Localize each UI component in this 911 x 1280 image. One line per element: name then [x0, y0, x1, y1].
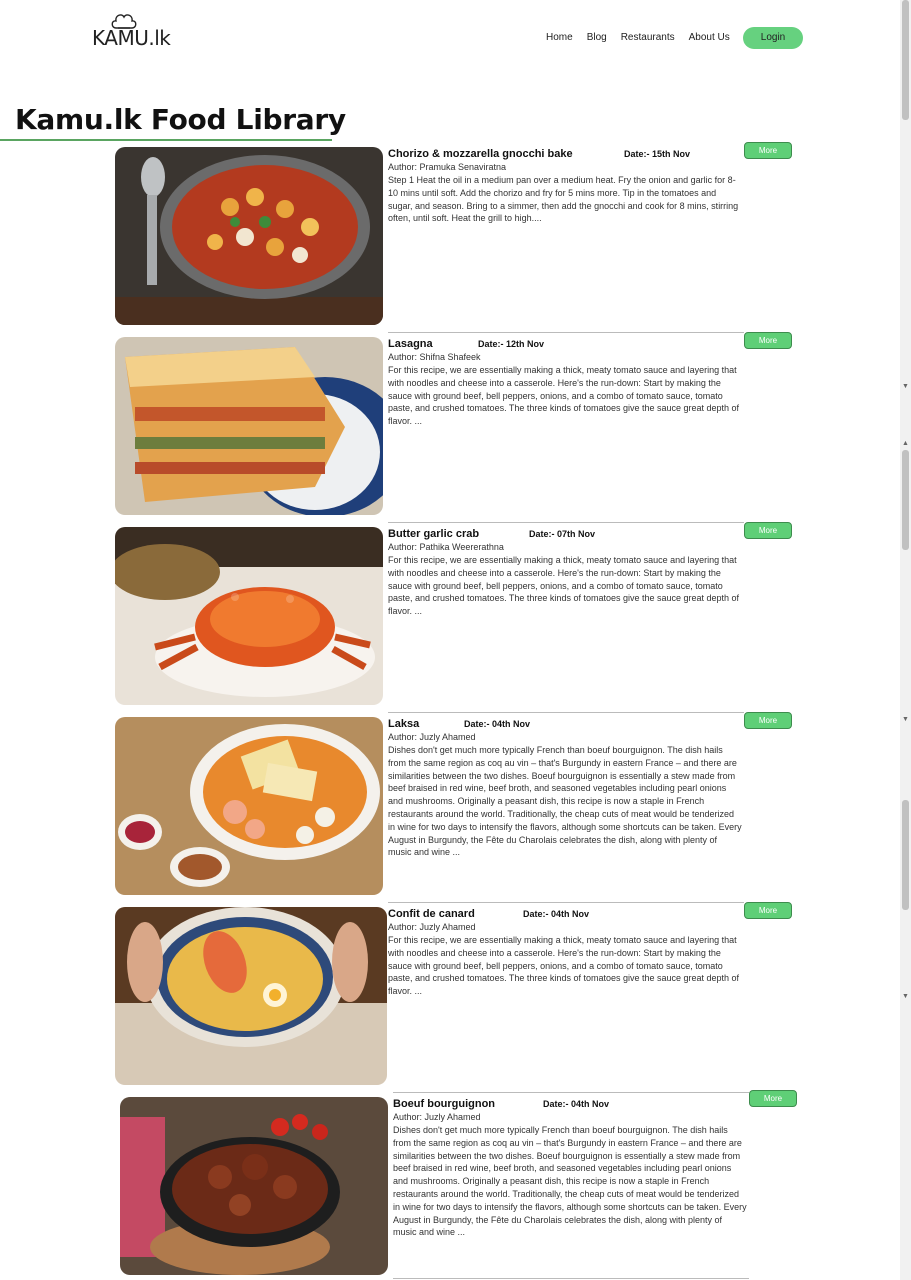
divider	[388, 902, 744, 903]
logo-text: KAMU.lk	[92, 26, 171, 50]
scroll-down-arrow-icon[interactable]: ▼	[902, 716, 909, 723]
recipe-author: Author: Pathika Weererathna	[388, 542, 504, 552]
recipe-author: Author: Juzly Ahamed	[388, 922, 476, 932]
recipe-title[interactable]: Butter garlic crab	[388, 528, 479, 540]
recipe-image-confit[interactable]	[115, 907, 387, 1085]
title-underline	[0, 139, 332, 141]
divider	[393, 1092, 749, 1093]
recipe-date: Date:- 04th Nov	[543, 1099, 610, 1109]
recipe-description: For this recipe, we are essentially maki…	[388, 555, 740, 617]
recipe-image-crab[interactable]	[115, 527, 383, 705]
more-button[interactable]: More	[744, 142, 792, 159]
recipe-title[interactable]: Lasagna	[388, 338, 433, 350]
recipe-date: Date:- 12th Nov	[478, 339, 545, 349]
recipe-image-gnocchi[interactable]	[115, 147, 383, 325]
recipe-image-lasagna[interactable]	[115, 337, 383, 515]
scrollbar[interactable]: ▼ ▲ ▼ ▼	[900, 0, 911, 1280]
scrollbar-thumb[interactable]	[902, 450, 909, 550]
scroll-down-arrow-icon[interactable]: ▼	[902, 993, 909, 1000]
recipe-card: Butter garlic crab Date:- 07th Nov Autho…	[115, 522, 805, 707]
more-button[interactable]: More	[744, 522, 792, 539]
recipe-date: Date:- 07th Nov	[529, 529, 596, 539]
recipe-title[interactable]: Confit de canard	[388, 908, 475, 920]
recipe-title[interactable]: Laksa	[388, 718, 419, 730]
more-button[interactable]: More	[749, 1090, 797, 1107]
recipe-card: Confit de canard Date:- 04th Nov Author:…	[115, 902, 805, 1087]
scroll-up-arrow-icon[interactable]: ▲	[902, 440, 909, 447]
recipe-author: Author: Juzly Ahamed	[393, 1112, 481, 1122]
nav-blog[interactable]: Blog	[587, 32, 607, 43]
recipe-author: Author: Juzly Ahamed	[388, 732, 476, 742]
scroll-down-arrow-icon[interactable]: ▼	[902, 383, 909, 390]
nav-about-us[interactable]: About Us	[689, 32, 730, 43]
recipe-card: Lasagna Date:- 12th Nov Author: Shifna S…	[115, 332, 805, 517]
more-button[interactable]: More	[744, 902, 792, 919]
more-button[interactable]: More	[744, 332, 792, 349]
recipe-author: Author: Shifna Shafeek	[388, 352, 481, 362]
nav-home[interactable]: Home	[546, 32, 573, 43]
recipe-date: Date:- 04th Nov	[523, 909, 590, 919]
recipe-card: Laksa Date:- 04th Nov Author: Juzly Aham…	[115, 712, 805, 897]
page-title: Kamu.lk Food Library	[15, 103, 346, 136]
recipe-description: Step 1 Heat the oil in a medium pan over…	[388, 175, 739, 224]
nav-restaurants[interactable]: Restaurants	[621, 32, 675, 43]
recipe-author: Author: Pramuka Senaviratna	[388, 162, 507, 172]
recipe-title[interactable]: Chorizo & mozzarella gnocchi bake	[388, 148, 573, 160]
login-button[interactable]: Login	[743, 27, 803, 49]
site-logo[interactable]: KAMU.lk	[92, 12, 172, 52]
main-nav: Home Blog Restaurants About Us	[546, 32, 744, 43]
divider	[388, 712, 744, 713]
recipe-card: Chorizo & mozzarella gnocchi bake Date:-…	[115, 142, 805, 327]
divider	[393, 1278, 749, 1279]
recipe-image-boeuf[interactable]	[120, 1097, 388, 1275]
recipe-date: Date:- 15th Nov	[624, 149, 691, 159]
more-button[interactable]: More	[744, 712, 792, 729]
recipe-image-laksa[interactable]	[115, 717, 383, 895]
recipe-description: Dishes don't get much more typically Fre…	[393, 1125, 747, 1238]
scrollbar-thumb[interactable]	[902, 800, 909, 910]
recipe-description: For this recipe, we are essentially maki…	[388, 935, 740, 997]
recipe-description: For this recipe, we are essentially maki…	[388, 365, 740, 427]
recipe-description: Dishes don't get much more typically Fre…	[388, 745, 742, 858]
recipe-title[interactable]: Boeuf bourguignon	[393, 1098, 495, 1110]
scrollbar-thumb[interactable]	[902, 0, 909, 120]
recipe-date: Date:- 04th Nov	[464, 719, 531, 729]
divider	[388, 522, 744, 523]
divider	[388, 332, 744, 333]
recipe-card: Boeuf bourguignon Date:- 04th Nov Author…	[120, 1090, 810, 1277]
page: KAMU.lk Home Blog Restaurants About Us L…	[0, 0, 900, 1280]
